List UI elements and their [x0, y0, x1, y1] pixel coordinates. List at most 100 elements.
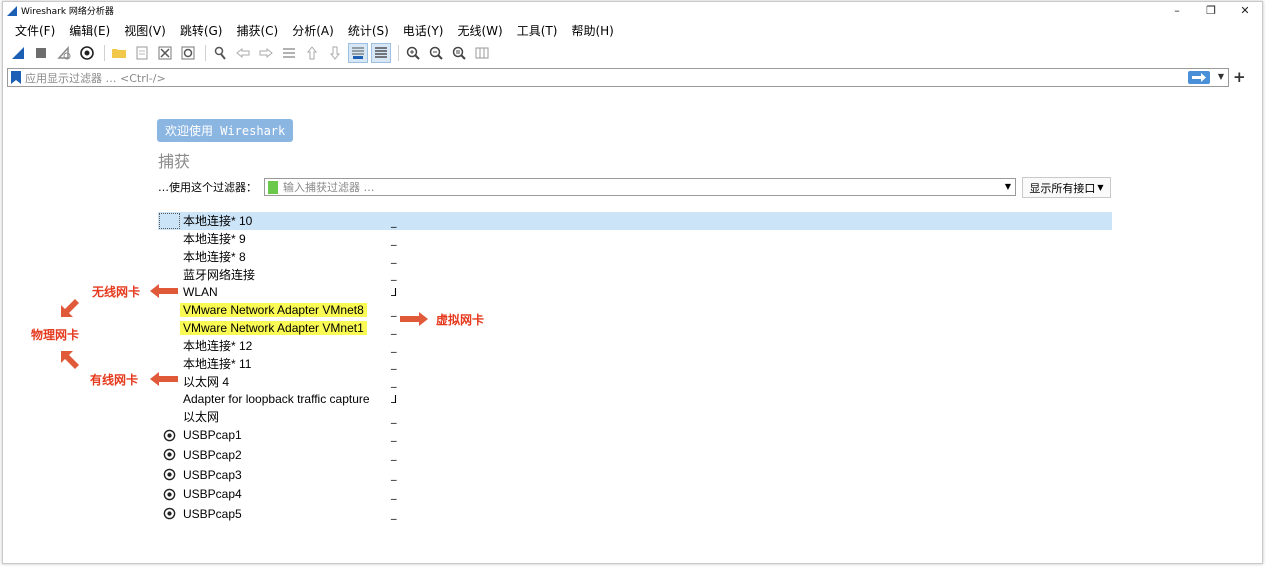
interface-row[interactable]: USBPcap4 _	[158, 484, 1112, 504]
sparkline: _	[391, 487, 397, 501]
annotation-wired: 有线网卡	[90, 373, 139, 387]
wireshark-fin-icon	[7, 5, 17, 16]
interface-row[interactable]: USBPcap3 _	[158, 465, 1112, 485]
go-back-button[interactable]	[233, 43, 253, 63]
title-bar: Wireshark 网络分析器 – ❐ ✕	[3, 2, 1262, 19]
restore-button[interactable]: ❐	[1194, 2, 1228, 19]
minimize-button[interactable]: –	[1160, 2, 1194, 19]
interface-name: 本地连接* 10	[183, 214, 253, 229]
sparkline: _	[391, 375, 397, 389]
interface-row[interactable]: 本地连接* 10 _	[158, 212, 1112, 230]
zoom-in-button[interactable]	[403, 43, 423, 63]
interface-name: 蓝牙网络连接	[183, 267, 256, 282]
goto-packet-button[interactable]	[279, 43, 299, 63]
file-icon	[136, 46, 148, 60]
sparkline: _	[391, 232, 397, 246]
annotation-virtual: 虚拟网卡	[436, 313, 485, 327]
show-interfaces-dropdown[interactable]: 显示所有接口 ▼	[1022, 177, 1111, 198]
autoscroll-button[interactable]	[348, 43, 368, 63]
sparkline: _	[391, 448, 397, 462]
menu-statistics[interactable]: 统计(S)	[343, 22, 394, 39]
back-arrow-icon	[236, 47, 250, 59]
find-packet-button[interactable]	[210, 43, 230, 63]
menu-analyze[interactable]: 分析(A)	[287, 22, 339, 39]
chevron-down-icon[interactable]: ▼	[1005, 182, 1011, 191]
bookmark-icon[interactable]	[268, 180, 278, 194]
interface-row[interactable]: VMware Network Adapter VMnet1 _	[158, 319, 1112, 337]
first-packet-button[interactable]	[302, 43, 322, 63]
chevron-down-icon[interactable]: ▼	[1218, 72, 1224, 81]
last-packet-icon	[329, 46, 341, 60]
stop-capture-button[interactable]	[31, 43, 51, 63]
capture-heading: 捕获	[158, 152, 191, 171]
extcap-gear-icon[interactable]	[158, 507, 180, 520]
apply-filter-button[interactable]	[1188, 71, 1210, 84]
stop-square-icon	[36, 48, 46, 58]
sparkline: _	[391, 428, 397, 442]
zoom-out-button[interactable]	[426, 43, 446, 63]
interface-row[interactable]: USBPcap5 _	[158, 504, 1112, 524]
annotation-physical: 物理网卡	[31, 328, 80, 342]
arrow-down-left-icon	[61, 299, 79, 317]
extcap-gear-icon[interactable]	[158, 468, 180, 481]
menu-go[interactable]: 跳转(G)	[175, 22, 228, 39]
start-capture-button[interactable]	[8, 43, 28, 63]
sparkline: ⅃	[391, 392, 398, 406]
interface-row[interactable]: 以太网 _	[158, 408, 1112, 426]
extcap-gear-icon[interactable]	[158, 448, 180, 461]
interface-name: 本地连接* 12	[183, 338, 253, 353]
menu-edit[interactable]: 编辑(E)	[64, 22, 115, 39]
reload-button[interactable]	[178, 43, 198, 63]
interface-row[interactable]: USBPcap1 _	[158, 426, 1112, 446]
zoom-normal-button[interactable]	[449, 43, 469, 63]
interface-row[interactable]: 本地连接* 8 _	[158, 248, 1112, 266]
arrow-up-left-icon	[61, 351, 79, 369]
close-file-button[interactable]	[155, 43, 175, 63]
resize-columns-button[interactable]	[472, 43, 492, 63]
interface-row[interactable]: WLAN ⅃	[158, 283, 1112, 301]
add-filter-button[interactable]: +	[1233, 68, 1246, 86]
arrow-left-icon	[150, 372, 178, 386]
display-filter-bar[interactable]: 应用显示过滤器 … <Ctrl-/> ▼	[7, 68, 1229, 87]
sparkline: ⅃	[391, 286, 398, 300]
close-button[interactable]: ✕	[1228, 2, 1262, 19]
bookmark-icon[interactable]	[11, 71, 21, 84]
menu-help[interactable]: 帮助(H)	[566, 22, 618, 39]
interface-row[interactable]: Adapter for loopback traffic capture ⅃	[158, 390, 1112, 408]
save-file-button[interactable]	[132, 43, 152, 63]
capture-filter-input[interactable]: 输入捕获过滤器 … ▼	[264, 178, 1016, 196]
menu-view[interactable]: 视图(V)	[119, 22, 171, 39]
interface-row[interactable]: 以太网 4 _	[158, 372, 1112, 390]
interface-row[interactable]: USBPcap2 _	[158, 445, 1112, 465]
focus-rect	[159, 213, 180, 229]
menu-tools[interactable]: 工具(T)	[512, 22, 563, 39]
interface-row[interactable]: VMware Network Adapter VMnet8 _	[158, 301, 1112, 319]
menu-file[interactable]: 文件(F)	[10, 22, 60, 39]
interface-row[interactable]: 蓝牙网络连接 _	[158, 265, 1112, 283]
interface-row[interactable]: 本地连接* 9 _	[158, 230, 1112, 248]
menu-telephony[interactable]: 电话(Y)	[398, 22, 449, 39]
interface-name: VMware Network Adapter VMnet1	[180, 320, 367, 335]
menu-wireless[interactable]: 无线(W)	[453, 22, 508, 39]
goto-packet-icon	[283, 48, 295, 58]
close-file-icon	[158, 46, 172, 60]
capture-options-button[interactable]	[77, 43, 97, 63]
display-filter-input[interactable]: 应用显示过滤器 … <Ctrl-/>	[25, 70, 166, 86]
extcap-gear-icon[interactable]	[158, 488, 180, 501]
interface-name: 以太网	[183, 410, 220, 425]
restart-capture-button[interactable]	[54, 43, 74, 63]
restart-icon	[57, 46, 71, 60]
sparkline: _	[391, 250, 397, 264]
menu-capture[interactable]: 捕获(C)	[231, 22, 283, 39]
interface-row[interactable]: 本地连接* 11 _	[158, 354, 1112, 372]
window-title: Wireshark 网络分析器	[21, 7, 114, 17]
autoscroll-icon	[352, 47, 364, 59]
go-forward-button[interactable]	[256, 43, 276, 63]
interface-row[interactable]: 本地连接* 12 _	[158, 337, 1112, 355]
interface-name: 以太网 4	[183, 374, 230, 389]
interface-name: USBPcap4	[183, 487, 242, 502]
open-file-button[interactable]	[109, 43, 129, 63]
last-packet-button[interactable]	[325, 43, 345, 63]
extcap-gear-icon[interactable]	[158, 429, 180, 442]
colorize-button[interactable]	[371, 43, 391, 63]
